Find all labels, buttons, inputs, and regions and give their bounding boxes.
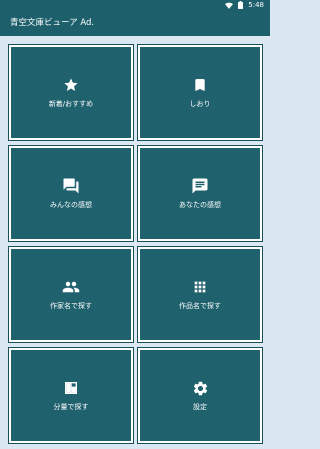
gear-icon: [191, 379, 209, 397]
your-reviews-tile[interactable]: あなたの感想: [137, 145, 263, 242]
tile-label: 分量で探す: [53, 403, 89, 411]
tile-label: 作品名で探す: [179, 302, 221, 310]
menu-grid: 新着/おすすめ しおり みんなの感想 あなたの感想 作家名で探す 作品名で探す: [0, 36, 270, 449]
status-time: 5:48: [248, 1, 264, 9]
comment-icon: [191, 177, 209, 195]
everyone-reviews-tile[interactable]: みんなの感想: [8, 145, 134, 242]
status-icons: 5:48: [225, 0, 264, 10]
search-by-title-tile[interactable]: 作品名で探す: [137, 246, 263, 343]
tile-label: 設定: [193, 403, 207, 411]
grid-icon: [191, 278, 209, 296]
app-title: 青空文庫ビューア Ad.: [10, 18, 95, 28]
tile-label: みんなの感想: [50, 201, 92, 209]
app-bar: 青空文庫ビューア Ad.: [0, 10, 270, 36]
tile-label: 新着/おすすめ: [48, 100, 94, 108]
dashboard-icon: [62, 379, 80, 397]
new-recommended-tile[interactable]: 新着/おすすめ: [8, 44, 134, 141]
people-icon: [62, 278, 80, 296]
forum-icon: [62, 177, 80, 195]
bookmarks-tile[interactable]: しおり: [137, 44, 263, 141]
wifi-icon: [225, 2, 234, 9]
status-bar: 5:48: [0, 0, 270, 10]
search-by-author-tile[interactable]: 作家名で探す: [8, 246, 134, 343]
tile-label: 作家名で探す: [50, 302, 92, 310]
search-by-length-tile[interactable]: 分量で探す: [8, 347, 134, 444]
tile-label: しおり: [189, 100, 211, 108]
settings-tile[interactable]: 設定: [137, 347, 263, 444]
bookmark-icon: [191, 76, 209, 94]
battery-icon: [238, 1, 244, 9]
tile-label: あなたの感想: [179, 201, 221, 209]
star-icon: [62, 76, 80, 94]
